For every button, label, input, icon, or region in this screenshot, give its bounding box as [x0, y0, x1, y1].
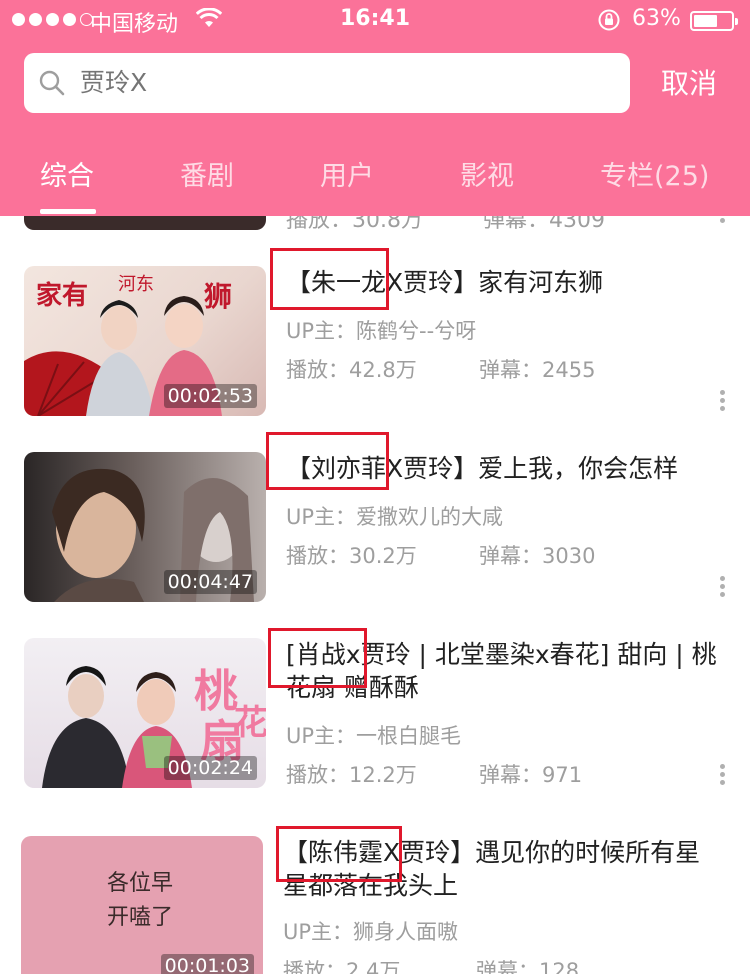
uploader-name[interactable]: UP主：狮身人面嗷 — [283, 916, 458, 946]
play-count: 播放：12.2万 — [286, 763, 417, 787]
play-count: 播放：42.8万 — [286, 358, 417, 382]
tab-all[interactable]: 综合 — [40, 154, 94, 193]
video-list-item[interactable]: 家有 河东 狮 00:02:53 【朱一龙X贾玲】家有河东狮 UP主：陈鹤兮--… — [0, 248, 750, 452]
thumbnail-caption: 桃 — [194, 666, 238, 717]
video-duration: 00:02:53 — [163, 384, 257, 408]
video-list-item[interactable]: 桃 扇 花 00:02:24 [肖战x贾玲 | 北堂墨染x春花] 甜向 | 桃花… — [0, 628, 750, 824]
status-bar: 中国移动 16:41 63% — [0, 0, 750, 40]
video-stats: 播放：12.2万 弹幕：971 — [286, 759, 582, 789]
video-duration: 00:04:47 — [163, 570, 257, 594]
video-title[interactable]: 【刘亦菲X贾玲】爱上我，你会怎样 — [286, 452, 726, 485]
play-count: 播放：30.8万 — [286, 216, 423, 233]
search-input[interactable]: 贾玲X — [80, 53, 147, 113]
thumbnail-caption: 家有 — [36, 280, 88, 311]
active-tab-indicator — [40, 209, 96, 214]
video-thumbnail[interactable]: 各位早 开嗑了 00:01:03 — [21, 836, 263, 974]
video-list-item[interactable]: 各位早 开嗑了 00:01:03 【陈伟霆X贾玲】遇见你的时候所有星星都落在我头… — [0, 826, 750, 974]
app-header: 中国移动 16:41 63% 贾玲X 取消 综合 番剧 用户 影视 专栏(25) — [0, 0, 750, 216]
video-thumbnail[interactable]: 00:04:47 — [24, 452, 266, 602]
rotation-lock-icon — [597, 8, 621, 38]
svg-text:狮: 狮 — [204, 280, 232, 313]
more-options-icon[interactable] — [720, 576, 726, 600]
video-thumbnail[interactable] — [24, 216, 266, 230]
video-title[interactable]: [肖战x贾玲 | 北堂墨染x春花] 甜向 | 桃花扇 赠酥酥 — [286, 638, 726, 704]
result-tabs: 综合 番剧 用户 影视 专栏(25) — [0, 148, 750, 216]
video-thumbnail[interactable]: 家有 河东 狮 00:02:53 — [24, 266, 266, 416]
tab-users[interactable]: 用户 — [320, 154, 374, 193]
danmaku-count: 弹幕：4309 — [483, 216, 605, 233]
thumbnail-caption: 各位早 — [107, 871, 173, 896]
video-thumbnail[interactable]: 桃 扇 花 00:02:24 — [24, 638, 266, 788]
battery-icon — [690, 11, 738, 31]
danmaku-count: 弹幕：128 — [476, 959, 580, 974]
uploader-name[interactable]: UP主：爱撒欢儿的大咸 — [286, 501, 503, 531]
video-title[interactable]: 【朱一龙X贾玲】家有河东狮 — [286, 266, 726, 299]
tab-anime[interactable]: 番剧 — [180, 154, 234, 193]
video-stats: 播放：30.8万 弹幕：4309 — [286, 216, 605, 234]
svg-text:河东: 河东 — [118, 274, 154, 295]
uploader-name[interactable]: UP主：一根白腿毛 — [286, 720, 461, 750]
result-list: 播放：30.8万 弹幕：4309 家有 河东 狮 00:02:53 【朱一龙X贾玲… — [0, 216, 750, 974]
cancel-button[interactable]: 取消 — [661, 62, 717, 102]
search-bar[interactable]: 贾玲X — [24, 53, 630, 113]
more-options-icon[interactable] — [720, 216, 726, 226]
svg-text:花: 花 — [234, 703, 266, 743]
video-stats: 播放：30.2万 弹幕：3030 — [286, 540, 595, 570]
danmaku-count: 弹幕：971 — [479, 763, 583, 787]
video-duration: 00:02:24 — [163, 756, 257, 780]
play-count: 播放：2.4万 — [283, 959, 401, 974]
video-stats: 播放：42.8万 弹幕：2455 — [286, 354, 595, 384]
tab-films[interactable]: 影视 — [460, 154, 514, 193]
danmaku-count: 弹幕：3030 — [479, 544, 596, 568]
danmaku-count: 弹幕：2455 — [479, 358, 596, 382]
play-count: 播放：30.2万 — [286, 544, 417, 568]
search-icon — [38, 69, 66, 101]
battery-percent: 63% — [632, 6, 681, 31]
more-options-icon[interactable] — [720, 390, 726, 414]
tab-articles[interactable]: 专栏(25) — [600, 154, 709, 193]
video-duration: 00:01:03 — [160, 954, 254, 974]
uploader-name[interactable]: UP主：陈鹤兮--兮呀 — [286, 315, 476, 345]
more-options-icon[interactable] — [720, 764, 726, 788]
video-title[interactable]: 【陈伟霆X贾玲】遇见你的时候所有星星都落在我头上 — [283, 836, 723, 902]
video-list-item[interactable]: 00:04:47 【刘亦菲X贾玲】爱上我，你会怎样 UP主：爱撒欢儿的大咸 播放… — [0, 432, 750, 638]
video-stats: 播放：2.4万 弹幕：128 — [283, 955, 579, 974]
thumbnail-caption: 开嗑了 — [107, 905, 173, 930]
